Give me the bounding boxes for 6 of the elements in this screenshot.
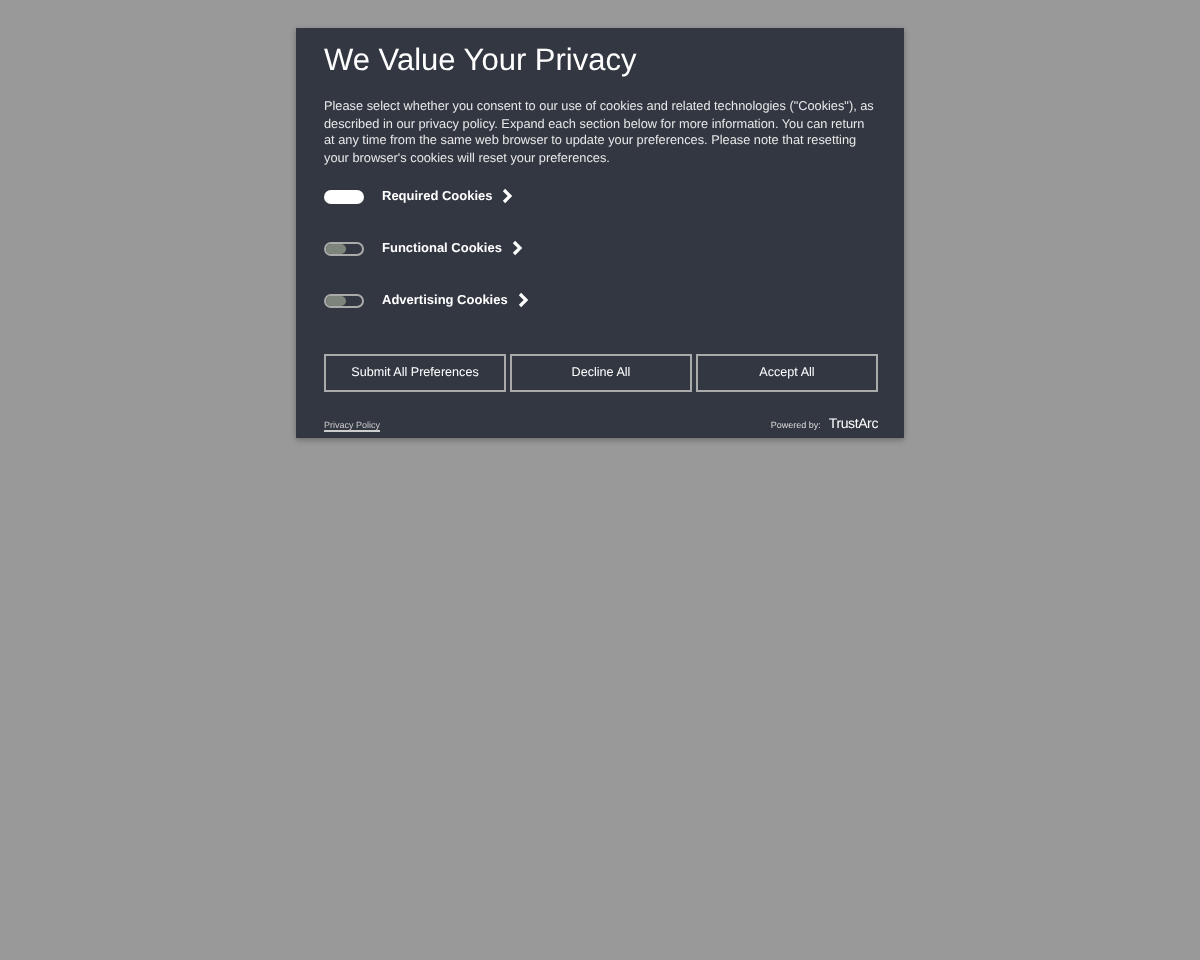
chevron-right-icon[interactable] [502,188,515,205]
toggle-switch[interactable] [324,293,364,308]
chevron-right-icon[interactable] [511,240,524,257]
dialog-title: We Value Your Privacy [324,44,639,80]
chevron-right-icon[interactable] [517,292,530,309]
toggle-switch[interactable] [324,241,364,256]
